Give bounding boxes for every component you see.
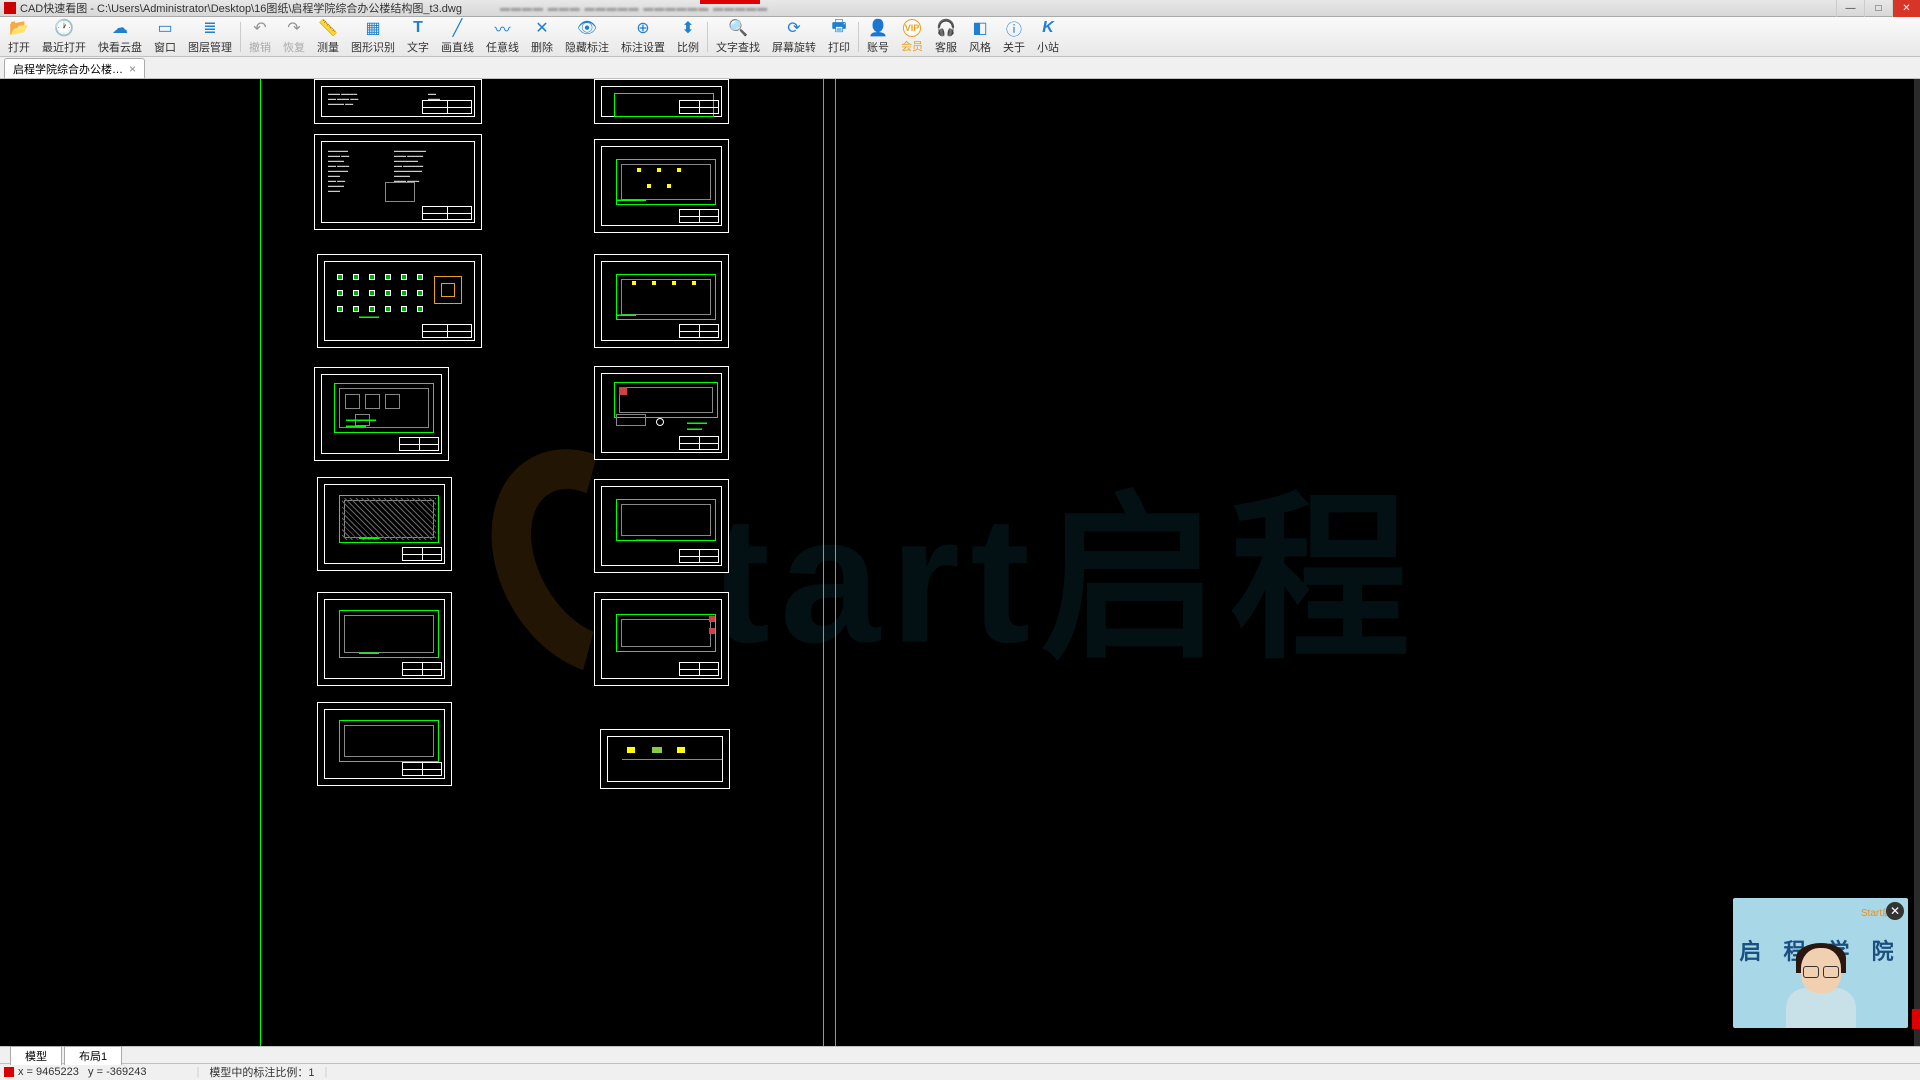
layers-icon: ≣ — [200, 18, 220, 38]
main-toolbar: 📂打开 🕐最近打开 ☁快看云盘 ▭窗口 ≣图层管理 ↶撤销 ↷恢复 📏测量 ▦图… — [0, 17, 1920, 57]
text-button[interactable]: T文字 — [401, 16, 435, 57]
annot-settings-button[interactable]: ⊕标注设置 — [615, 16, 671, 57]
side-red-marker — [1912, 1009, 1920, 1029]
measure-icon: 📏 — [318, 18, 338, 38]
hide-icon: 👁 — [577, 18, 597, 38]
layout-tab-bar: 模型 布局1 — [0, 1046, 1920, 1063]
status-bar: x = 9465223 y = -369243 | 模型中的标注比例：1 | — [0, 1063, 1920, 1080]
model-tab[interactable]: 模型 — [10, 1046, 62, 1065]
separator — [707, 22, 708, 52]
layer-mgmt-button[interactable]: ≣图层管理 — [182, 16, 238, 57]
style-icon: ◧ — [970, 18, 990, 38]
cloud-button[interactable]: ☁快看云盘 — [92, 16, 148, 57]
rotate-icon: ⟳ — [784, 18, 804, 38]
annotation-scale-readout: 模型中的标注比例：1 — [209, 1064, 314, 1080]
free-line-button[interactable]: 〰任意线 — [480, 16, 525, 57]
delete-icon: ✕ — [532, 18, 552, 38]
service-button[interactable]: 🎧客服 — [929, 16, 963, 57]
about-button[interactable]: ⓘ关于 — [997, 16, 1031, 57]
recent-icon: 🕐 — [54, 18, 74, 38]
document-tab-close-icon[interactable]: × — [129, 62, 136, 76]
undo-icon: ↶ — [250, 18, 270, 38]
maximize-button[interactable]: □ — [1864, 0, 1892, 17]
title-blur-text: ▬▬▬▬ ▬▬▬ ▬▬▬▬▬ ▬▬▬▬▬▬ ▬▬▬▬▬ — [500, 3, 768, 14]
layout1-tab[interactable]: 布局1 — [64, 1046, 122, 1065]
status-indicator-icon — [4, 1067, 14, 1077]
drawing-sheet[interactable] — [600, 729, 730, 789]
measure-button[interactable]: 📏测量 — [311, 16, 345, 57]
open-icon: 📂 — [9, 18, 29, 38]
coordinates-readout: x = 9465223 y = -369243 — [18, 1066, 146, 1078]
separator — [858, 22, 859, 52]
drawing-sheet[interactable]: ▬▬▬▬ — [317, 477, 452, 571]
draw-line-button[interactable]: ╱画直线 — [435, 16, 480, 57]
window-button[interactable]: ▭窗口 — [148, 16, 182, 57]
vip-icon: VIP — [903, 19, 921, 37]
search-icon: 🔍 — [728, 18, 748, 38]
window-controls: — □ ✕ — [1836, 0, 1920, 17]
screen-rotate-button[interactable]: ⟳屏幕旋转 — [766, 16, 822, 57]
redo-button[interactable]: ↷恢复 — [277, 16, 311, 57]
text-icon: T — [408, 18, 428, 38]
style-button[interactable]: ◧风格 — [963, 16, 997, 57]
drawing-sheet[interactable] — [594, 592, 729, 686]
video-overlay[interactable]: ✕ Start启程 启 程 学 院 — [1733, 898, 1908, 1028]
app-title: CAD快速看图 - C:\Users\Administrator\Desktop… — [20, 0, 462, 16]
minimize-button[interactable]: — — [1836, 0, 1864, 17]
drawing-sheet[interactable]: ▬▬▬▬ — [317, 254, 482, 348]
account-icon: 👤 — [868, 18, 888, 38]
recent-open-button[interactable]: 🕐最近打开 — [36, 16, 92, 57]
print-button[interactable]: 🖶打印 — [822, 16, 856, 57]
drawing-canvas[interactable]: tart启程 ▬▬▬ ▬▬▬▬▬▬ ▬▬▬ ▬▬▬▬▬▬ ▬▬▬▬▬▬▬ ▬▬▬… — [0, 79, 1920, 1046]
drawing-sheets: ▬▬▬ ▬▬▬▬▬▬ ▬▬▬ ▬▬▬▬▬▬ ▬▬▬▬▬▬▬ ▬▬▬▬▬▬▬▬ ▬… — [0, 79, 1920, 1046]
station-button[interactable]: K小站 — [1031, 16, 1065, 57]
cloud-icon: ☁ — [110, 18, 130, 38]
title-bar: CAD快速看图 - C:\Users\Administrator\Desktop… — [0, 0, 1920, 17]
account-button[interactable]: 👤账号 — [861, 16, 895, 57]
drawing-sheet[interactable]: ▬▬▬▬ — [317, 592, 452, 686]
line-icon: ╱ — [448, 18, 468, 38]
video-close-icon[interactable]: ✕ — [1886, 902, 1904, 920]
scale-icon: ⬍ — [678, 18, 698, 38]
close-button[interactable]: ✕ — [1892, 0, 1920, 17]
print-icon: 🖶 — [829, 18, 849, 38]
drawing-sheet[interactable]: ▬▬▬▬▬▬▬ — [594, 366, 729, 460]
recog-icon: ▦ — [363, 18, 383, 38]
open-button[interactable]: 📂打开 — [2, 16, 36, 57]
scale-button[interactable]: ⬍比例 — [671, 16, 705, 57]
settings-icon: ⊕ — [633, 18, 653, 38]
undo-button[interactable]: ↶撤销 — [243, 16, 277, 57]
document-tab-bar: 启程学院综合办公楼… × — [0, 57, 1920, 79]
document-tab[interactable]: 启程学院综合办公楼… × — [4, 58, 145, 78]
drawing-sheet[interactable]: ▬▬▬▬ — [594, 254, 729, 348]
drawing-sheet[interactable] — [594, 79, 729, 124]
text-search-button[interactable]: 🔍文字查找 — [710, 16, 766, 57]
vip-button[interactable]: VIP会员 — [895, 17, 929, 56]
service-icon: 🎧 — [936, 18, 956, 38]
k-icon: K — [1038, 18, 1058, 38]
hide-annot-button[interactable]: 👁隐藏标注 — [559, 16, 615, 57]
drawing-sheet[interactable]: ▬▬▬▬▬▬▬▬ ▬▬▬▬▬▬▬▬ ▬▬▬▬▬▬▬▬▬▬▬▬▬ ▬▬▬▬▬▬▬▬… — [314, 134, 482, 230]
freeline-icon: 〰 — [493, 18, 513, 38]
separator — [240, 22, 241, 52]
window-icon: ▭ — [155, 18, 175, 38]
about-icon: ⓘ — [1004, 18, 1024, 38]
document-tab-label: 启程学院综合办公楼… — [13, 61, 123, 77]
drawing-sheet[interactable] — [317, 702, 452, 786]
drawing-sheet[interactable]: ▬▬▬▬ — [594, 479, 729, 573]
app-icon — [4, 2, 16, 14]
drawing-sheet[interactable]: ▬▬▬▬▬▬▬▬▬▬ — [314, 367, 449, 461]
drawing-sheet[interactable]: ▬▬▬▬▬▬ — [594, 139, 729, 233]
redo-icon: ↷ — [284, 18, 304, 38]
drawing-sheet[interactable]: ▬▬▬ ▬▬▬▬▬▬ ▬▬▬ ▬▬▬▬▬▬ ▬▬▬▬▬▬▬ — [314, 79, 482, 124]
shape-recog-button[interactable]: ▦图形识别 — [345, 16, 401, 57]
delete-button[interactable]: ✕删除 — [525, 16, 559, 57]
video-presenter — [1776, 938, 1866, 1028]
